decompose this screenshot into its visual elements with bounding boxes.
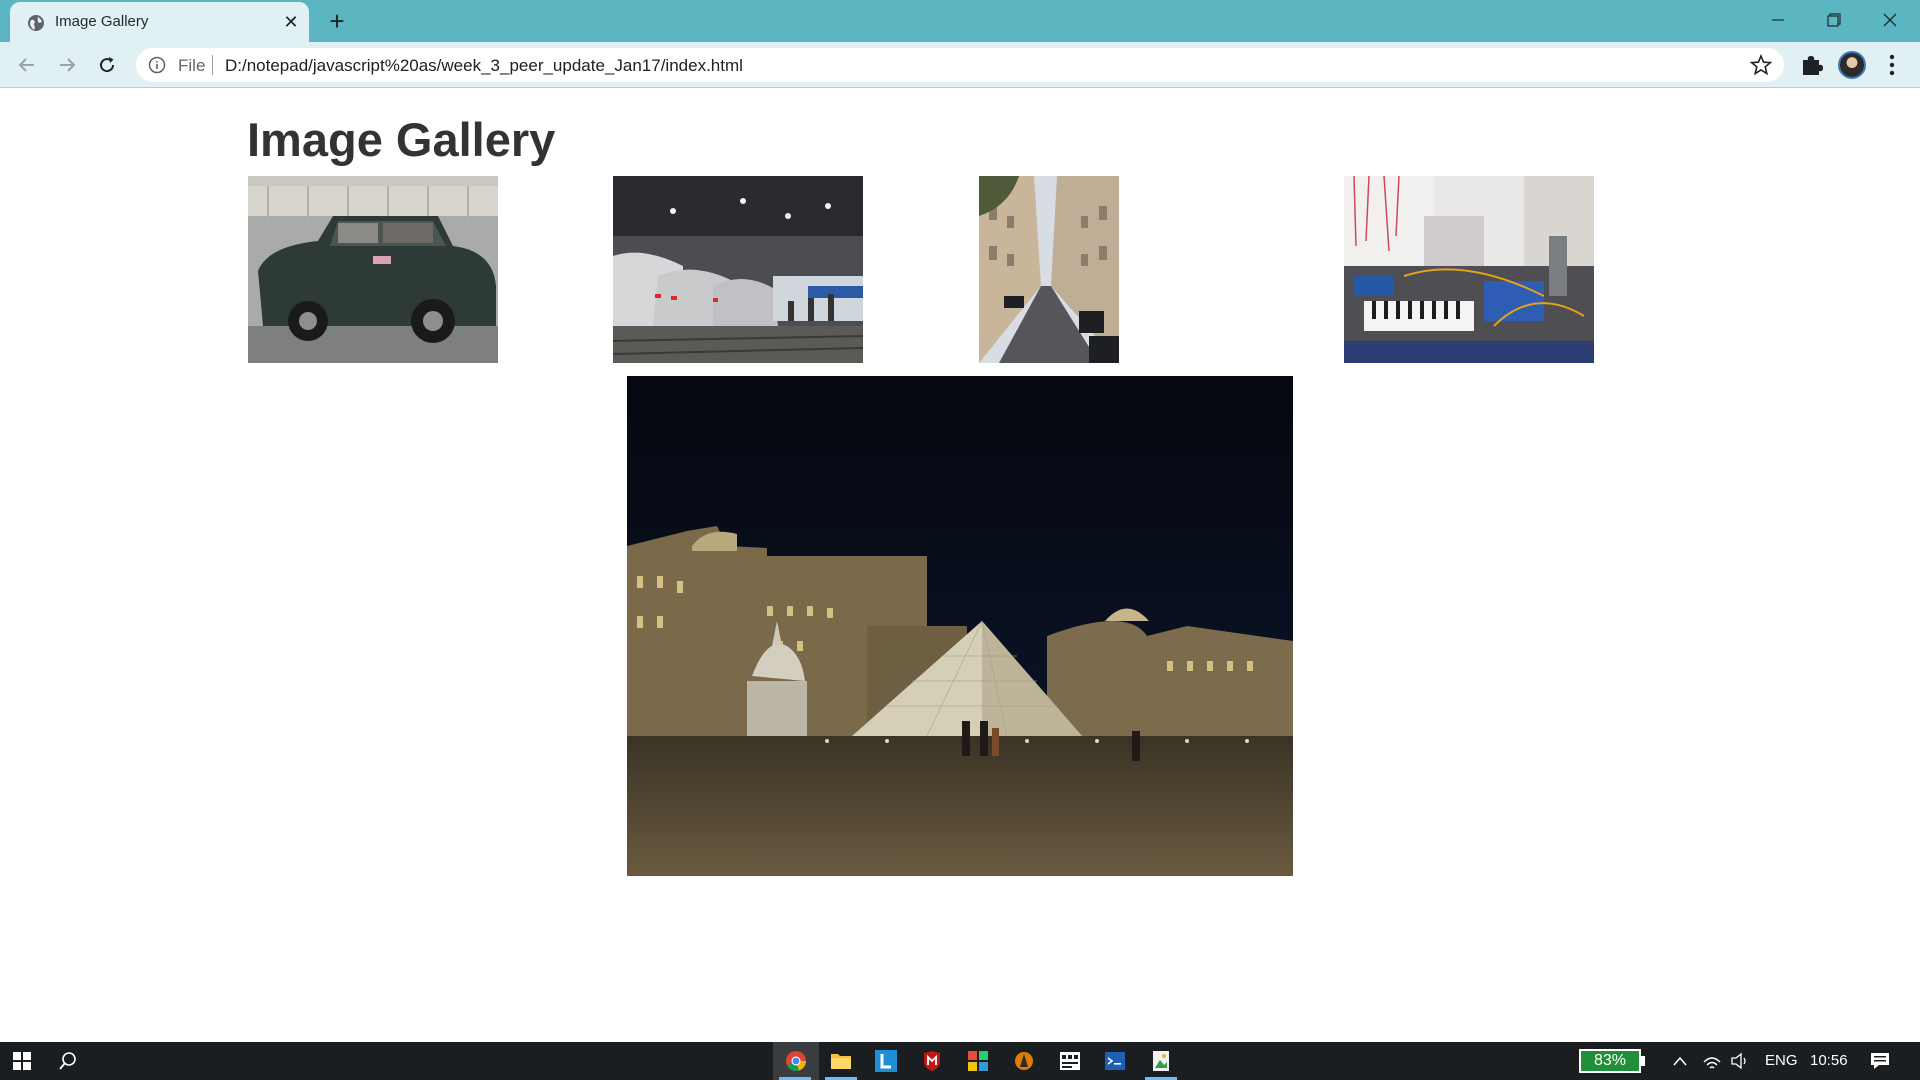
taskbar-office[interactable] [956,1042,1000,1080]
thumbnail-car[interactable] [248,176,498,363]
close-window-icon [1883,13,1897,27]
taskbar: 83% ENG 10:56 [0,1042,1920,1080]
address-bar[interactable]: File D:/notepad/javascript%20as/week_3_p… [136,48,1784,82]
page-content: Image Gallery [0,88,1920,1042]
taskbar-image-app[interactable] [1139,1042,1183,1080]
main-image-louvre[interactable] [627,376,1293,876]
windows-start-icon [13,1052,31,1070]
taskbar-file-explorer[interactable] [819,1042,863,1080]
taskbar-chrome[interactable] [773,1042,819,1080]
notification-icon[interactable] [1869,1051,1891,1071]
taskbar-sticky-app[interactable] [1048,1042,1092,1080]
globe-icon [28,15,44,31]
close-tab-button[interactable]: ✕ [280,11,302,33]
forward-arrow-icon [60,58,76,72]
minimize-icon [1772,19,1784,21]
sticky-app-icon [1060,1052,1080,1070]
wifi-icon[interactable] [1702,1052,1722,1070]
tab-title: Image Gallery [55,13,149,30]
file-explorer-icon [831,1054,851,1069]
url-text[interactable]: D:/notepad/javascript%20as/week_3_peer_u… [225,56,743,76]
thumbnail-street[interactable] [979,176,1119,363]
office-icon [968,1051,988,1071]
taskbar-terminal[interactable] [1093,1042,1137,1080]
search-icon [59,1052,76,1070]
browser-toolbar: File D:/notepad/javascript%20as/week_3_p… [0,42,1920,88]
louvre-photo [627,376,1293,876]
l-app-icon [875,1050,897,1072]
close-window-button[interactable] [1862,0,1918,40]
address-scheme-label: File [178,56,206,75]
street-photo [979,176,1119,363]
start-button[interactable] [0,1042,44,1080]
vlc-icon [1015,1052,1033,1070]
address-separator [212,55,213,75]
browser-titlebar: Image Gallery ✕ + [0,0,1920,44]
restore-button[interactable] [1806,0,1862,40]
terminal-icon [1105,1052,1125,1070]
battery-indicator[interactable]: 83% [1579,1049,1641,1073]
workshop-photo [1344,176,1594,363]
forward-button[interactable] [52,50,82,80]
speaker-icon[interactable] [1730,1052,1750,1070]
language-indicator[interactable]: ENG [1765,1052,1798,1069]
mcafee-icon [924,1051,940,1071]
thumbnail-trains[interactable] [613,176,863,363]
search-button[interactable] [46,1042,90,1080]
avatar[interactable] [1838,51,1866,79]
menu-icon[interactable] [1884,52,1900,78]
car-photo [248,176,498,363]
page-title: Image Gallery [247,113,556,166]
reload-icon [100,57,115,73]
taskbar-l-app[interactable] [864,1042,908,1080]
chrome-icon [786,1051,806,1071]
clock[interactable]: 10:56 [1810,1052,1848,1069]
minimize-button[interactable] [1750,0,1806,40]
puzzle-icon[interactable] [1798,52,1824,78]
restore-icon [1827,13,1841,27]
battery-tip [1641,1056,1645,1066]
browser-tab[interactable]: Image Gallery ✕ [10,2,309,44]
image-app-icon [1153,1051,1169,1071]
trains-photo [613,176,863,363]
star-icon[interactable] [1750,54,1772,76]
back-button[interactable] [12,50,42,80]
chevron-up-icon[interactable] [1672,1054,1688,1068]
new-tab-button[interactable]: + [323,8,351,36]
reload-button[interactable] [92,50,122,80]
taskbar-mcafee[interactable] [910,1042,954,1080]
taskbar-vlc[interactable] [1002,1042,1046,1080]
info-icon[interactable] [148,56,166,74]
back-arrow-icon [18,58,34,72]
thumbnail-workshop[interactable] [1344,176,1594,363]
